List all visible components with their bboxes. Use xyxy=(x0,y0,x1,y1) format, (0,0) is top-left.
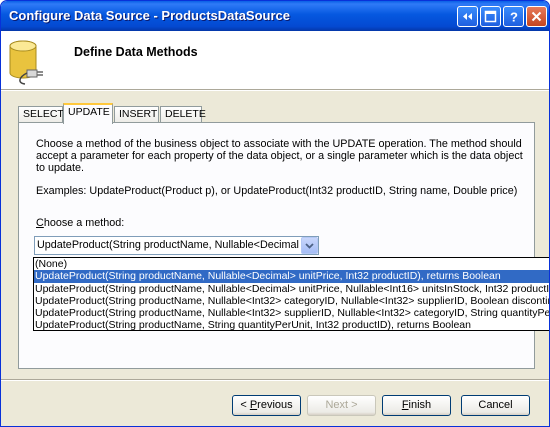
title-bar[interactable]: Configure Data Source - ProductsDataSour… xyxy=(1,1,549,31)
method-description: Choose a method of the business object t… xyxy=(36,138,523,174)
method-option[interactable]: UpdateProduct(String productName, Nullab… xyxy=(34,307,549,319)
accelerator-key: C xyxy=(36,217,44,229)
dropdown-button[interactable] xyxy=(301,237,318,254)
restore-button[interactable] xyxy=(480,6,501,27)
close-icon xyxy=(530,10,543,23)
help-icon: ? xyxy=(507,10,520,23)
finish-accel: F xyxy=(401,399,409,411)
arrows-icon xyxy=(461,10,474,23)
chevron-down-icon xyxy=(305,240,314,252)
tab-update[interactable]: UPDATE xyxy=(63,103,113,124)
previous-button[interactable]: < Previous xyxy=(232,395,301,416)
back-button[interactable] xyxy=(457,6,478,27)
close-button[interactable] xyxy=(526,6,547,27)
tab-select[interactable]: SELECT xyxy=(18,106,64,123)
cancel-button[interactable]: Cancel xyxy=(461,395,530,416)
method-dropdown-list: (None) UpdateProduct(String productName,… xyxy=(33,257,549,331)
previous-label: revious xyxy=(257,399,293,411)
tab-panel: Choose a method of the business object t… xyxy=(18,122,535,369)
tab-delete[interactable]: DELETE xyxy=(160,106,206,123)
method-option[interactable]: (None) xyxy=(34,258,549,270)
tab-insert[interactable]: INSERT xyxy=(114,106,159,123)
database-icon xyxy=(7,37,51,90)
window-title: Configure Data Source - ProductsDataSour… xyxy=(9,8,290,23)
method-select[interactable]: UpdateProduct(String productName, Nullab… xyxy=(34,236,319,255)
method-option[interactable]: UpdateProduct(String productName, Nullab… xyxy=(34,295,549,307)
examples-text: Examples: UpdateProduct(Product p), or U… xyxy=(36,185,518,197)
method-option[interactable]: UpdateProduct(String productName, String… xyxy=(34,319,549,330)
previous-prefix: < xyxy=(240,399,250,411)
page-title: Define Data Methods xyxy=(74,45,198,59)
dialog-window: Configure Data Source - ProductsDataSour… xyxy=(0,0,550,427)
method-select-value: UpdateProduct(String productName, Nullab… xyxy=(37,239,299,251)
method-option[interactable]: UpdateProduct(String productName, Nullab… xyxy=(34,283,549,295)
header-divider xyxy=(1,89,549,91)
footer-divider xyxy=(1,379,549,381)
svg-text:?: ? xyxy=(510,10,518,23)
choose-method-label-text: hoose a method: xyxy=(43,217,125,229)
method-option-selected[interactable]: UpdateProduct(String productName, Nullab… xyxy=(34,270,549,283)
help-button[interactable]: ? xyxy=(503,6,524,27)
finish-label: inish xyxy=(408,399,432,411)
next-button[interactable]: Next > xyxy=(307,395,376,416)
window-icon xyxy=(484,10,497,23)
choose-method-label: Choose a method: xyxy=(36,217,124,229)
wizard-header: Define Data Methods xyxy=(1,31,549,89)
finish-button[interactable]: Finish xyxy=(382,395,451,416)
